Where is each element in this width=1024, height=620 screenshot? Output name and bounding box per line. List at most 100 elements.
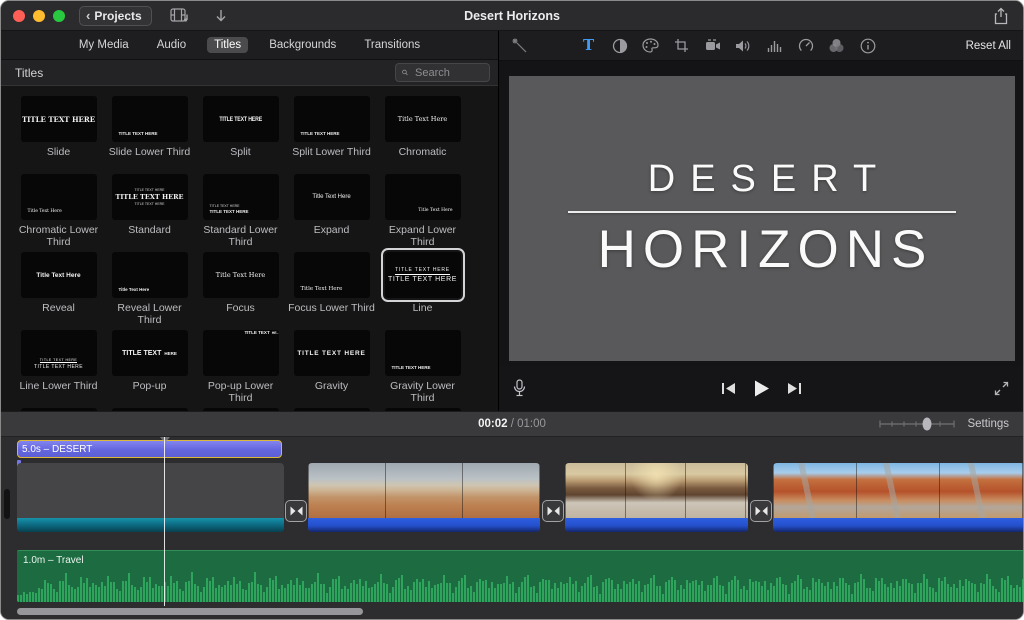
title-preview-text: Title Text Here xyxy=(216,271,266,279)
video-clip-3[interactable] xyxy=(565,463,748,532)
title-style-style-24[interactable] xyxy=(377,404,468,411)
title-thumbnail: TITLE TEXT HERE xyxy=(112,96,188,142)
title-style-style-22[interactable] xyxy=(195,404,286,411)
title-style-style-21[interactable] xyxy=(104,404,195,411)
transition-icon-3[interactable] xyxy=(750,500,772,522)
title-style-chromatic-lower-third[interactable]: Title Text HereChromatic Lower Third xyxy=(13,170,104,248)
viewer-area: DESERT HORIZONS xyxy=(499,61,1023,366)
title-preview-text: TITLE TEXT HERE xyxy=(392,365,431,370)
preview-canvas[interactable]: DESERT HORIZONS xyxy=(509,76,1015,361)
title-style-label: Slide Lower Third xyxy=(109,147,191,170)
background-music-clip[interactable]: 1.0m – Travel xyxy=(17,550,1023,602)
title-thumbnail: Title Text Here xyxy=(385,96,461,142)
title-style-label: Slide xyxy=(47,147,70,170)
title-style-pop-up-lower-third[interactable]: TITLE TEXTHE..Pop-up Lower Third xyxy=(195,326,286,404)
title-preview-text: TITLE TEXT HERE xyxy=(297,350,365,357)
projects-back-label: Projects xyxy=(94,9,141,23)
title-style-split-lower-third[interactable]: TITLE TEXT HERESplit Lower Third xyxy=(286,92,377,170)
title-preview-text: TITLE TEXT HERE xyxy=(388,276,457,283)
title-style-focus-lower-third[interactable]: Title Text HereFocus Lower Third xyxy=(286,248,377,326)
title-preview-text: TITLE TEXT xyxy=(122,350,161,357)
title-style-focus[interactable]: Title Text HereFocus xyxy=(195,248,286,326)
search-field[interactable] xyxy=(395,63,490,82)
title-style-gravity[interactable]: TITLE TEXT HEREGravity xyxy=(286,326,377,404)
info-icon[interactable] xyxy=(859,37,877,55)
title-preview-text: Title Text Here xyxy=(398,115,448,123)
reset-all-button[interactable]: Reset All xyxy=(966,40,1011,52)
transition-icon-2[interactable] xyxy=(542,500,564,522)
tab-transitions[interactable]: Transitions xyxy=(357,37,427,53)
minimize-window-button[interactable] xyxy=(33,10,45,22)
speed-icon[interactable] xyxy=(797,37,815,55)
title-style-slide[interactable]: TITLE TEXT HERESlide xyxy=(13,92,104,170)
projects-back-button[interactable]: ‹ Projects xyxy=(79,6,152,26)
titles-tool-icon[interactable]: T xyxy=(580,37,598,55)
stabilization-icon[interactable] xyxy=(704,37,722,55)
tab-titles[interactable]: Titles xyxy=(207,37,248,53)
title-preview-text: TITLE TEXT HERE xyxy=(219,116,262,123)
title-thumbnail: TITLE TEXT HERE xyxy=(385,330,461,376)
title-style-label: Expand xyxy=(314,225,350,248)
title-style-expand-lower-third[interactable]: Title Text HereExpand Lower Third xyxy=(377,170,468,248)
title-preview-text: Title Text Here xyxy=(119,287,150,292)
color-balance-icon[interactable] xyxy=(611,37,629,55)
project-title: Desert Horizons xyxy=(1,9,1023,23)
imovie-window: ‹ Projects Desert Horizons xyxy=(0,0,1024,620)
browser-header-label: Titles xyxy=(15,66,43,80)
close-window-button[interactable] xyxy=(13,10,25,22)
transition-icon-1[interactable] xyxy=(285,500,307,522)
import-media-icon[interactable] xyxy=(215,9,227,23)
title-style-style-20[interactable] xyxy=(13,404,104,411)
title-thumbnail: TITLE TEXT HERETITLE TEXT HERE xyxy=(385,252,461,298)
title-style-standard[interactable]: TITLE TEXT HERETITLE TEXT HERETITLE TEXT… xyxy=(104,170,195,248)
title-thumbnail: Title Text Here xyxy=(385,174,461,220)
video-clip-1-filmstrip xyxy=(17,463,284,518)
zoom-window-button[interactable] xyxy=(53,10,65,22)
title-thumbnail: Title Text Here xyxy=(21,174,97,220)
playhead[interactable] xyxy=(164,437,165,606)
title-overlay-line1[interactable]: DESERT xyxy=(633,158,891,201)
video-clip-2-filmstrip xyxy=(308,463,540,518)
title-style-label: Line Lower Third xyxy=(19,381,97,404)
clip-filter-icon[interactable] xyxy=(828,37,846,55)
tab-backgrounds[interactable]: Backgrounds xyxy=(262,37,343,53)
title-style-line-lower-third[interactable]: TITLE TEXT HERETITLE TEXT HERELine Lower… xyxy=(13,326,104,404)
title-style-split[interactable]: TITLE TEXT HERESplit xyxy=(195,92,286,170)
video-clip-2[interactable] xyxy=(308,463,540,532)
title-style-style-23[interactable] xyxy=(286,404,377,411)
skip-forward-button[interactable] xyxy=(787,382,802,395)
search-input[interactable] xyxy=(413,66,483,80)
tab-my-media[interactable]: My Media xyxy=(72,37,136,53)
title-style-reveal[interactable]: Title Text HereReveal xyxy=(13,248,104,326)
crop-icon[interactable] xyxy=(673,37,691,55)
play-button[interactable] xyxy=(752,379,771,398)
media-library-icon[interactable] xyxy=(170,8,189,23)
total-time: 01:00 xyxy=(517,418,546,430)
noise-equalizer-icon[interactable] xyxy=(766,37,784,55)
color-correction-icon[interactable] xyxy=(642,37,660,55)
video-clip-4[interactable] xyxy=(773,463,1023,532)
title-style-chromatic[interactable]: Title Text HereChromatic xyxy=(377,92,468,170)
share-icon[interactable] xyxy=(993,7,1009,25)
title-style-expand[interactable]: Title Text Here Expand xyxy=(286,170,377,248)
video-clip-1[interactable] xyxy=(17,463,284,532)
timeline-horizontal-scrollbar[interactable] xyxy=(17,608,363,615)
skip-back-button[interactable] xyxy=(721,382,736,395)
title-overlay-line2[interactable]: HORIZONS xyxy=(591,219,934,280)
auto-enhance-icon[interactable] xyxy=(511,37,529,55)
title-style-line[interactable]: TITLE TEXT HERETITLE TEXT HERELine xyxy=(377,248,468,326)
title-clip-label: 5.0s – DESERT xyxy=(18,444,92,455)
title-style-gravity-lower-third[interactable]: TITLE TEXT HEREGravity Lower Third xyxy=(377,326,468,404)
timeline-side-handle[interactable] xyxy=(4,489,10,519)
title-thumbnail: Title Text Here xyxy=(294,174,370,220)
volume-icon[interactable] xyxy=(735,37,753,55)
title-style-standard-lower-third[interactable]: TITLE TEXT HERETITLE TEXT HEREStandard L… xyxy=(195,170,286,248)
title-style-reveal-lower-third[interactable]: Title Text HereReveal Lower Third xyxy=(104,248,195,326)
title-preview-text: TITLE TEXT HERE xyxy=(395,267,450,275)
title-clip[interactable]: 5.0s – DESERT xyxy=(17,440,282,458)
title-style-pop-up[interactable]: TITLE TEXTHEREPop-up xyxy=(104,326,195,404)
title-preview-text: TITLE TEXT HERE xyxy=(210,209,249,214)
title-style-slide-lower-third[interactable]: TITLE TEXT HERE Slide Lower Third xyxy=(104,92,195,170)
tab-audio[interactable]: Audio xyxy=(150,37,193,53)
browser-tabs: My Media Audio Titles Backgrounds Transi… xyxy=(1,31,498,59)
